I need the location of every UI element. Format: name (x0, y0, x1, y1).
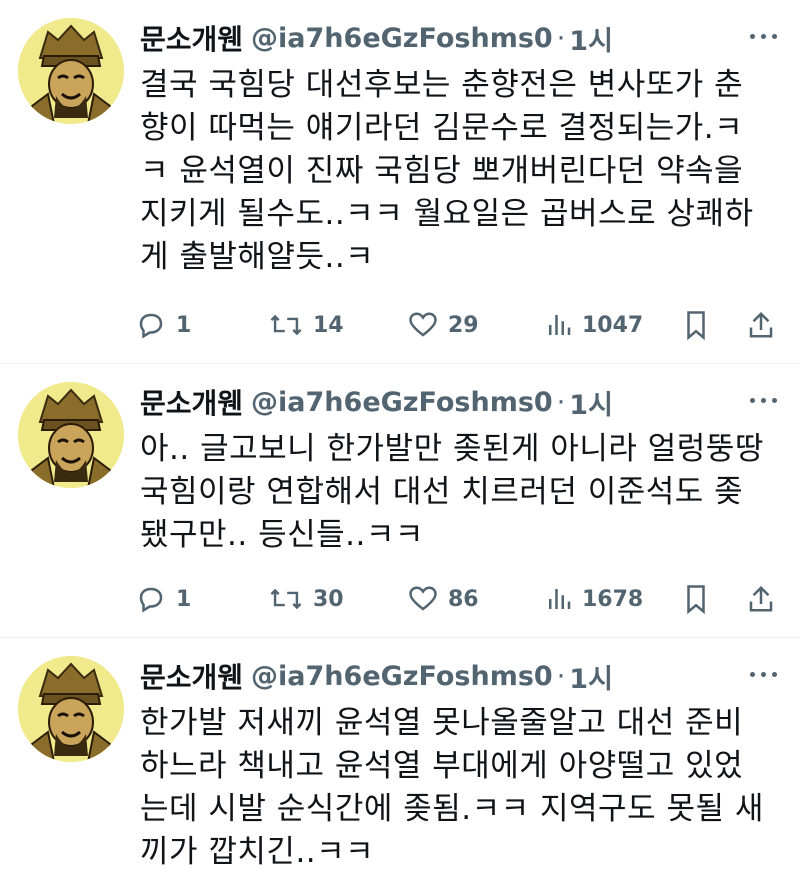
reply-icon (139, 313, 163, 339)
views-button[interactable]: 1678 (546, 579, 643, 619)
separator-dot: · (556, 386, 566, 418)
tweet-text: 아.. 글고보니 한가발만 좆된게 아니라 얼렁뚱땅 국힘이랑 연합해서 대선 … (140, 428, 786, 557)
heart-icon (409, 312, 437, 337)
heart-icon (409, 586, 437, 611)
more-icon[interactable] (746, 384, 782, 414)
views-icon (549, 589, 571, 609)
display-name[interactable]: 문소개웬 (140, 382, 243, 422)
views-count: 1678 (582, 586, 644, 612)
tweet-header: 문소개웬 @ia7h6eGzFoshms0 · 1시 (140, 654, 786, 698)
timestamp[interactable]: 1시 (569, 383, 613, 422)
tweet-text-line: 향이 따먹는 얘기라던 김문수로 결정되는가.ㅋ (140, 110, 744, 146)
tweet-text-line: 끼가 깝치긴..ㅋㅋ (140, 834, 375, 870)
tweet-text-line: 는데 시발 순식간에 좆됨.ㅋㅋ 지역구도 못될 새 (140, 791, 764, 827)
tweet-text-line: 아.. 글고보니 한가발만 좆된게 아니라 얼렁뚱땅 (140, 431, 764, 467)
action-bar: 1 30 86 1678 (136, 579, 786, 619)
user-handle[interactable]: @ia7h6eGzFoshms0 (251, 23, 553, 54)
reply-count: 1 (176, 312, 192, 338)
share-button[interactable] (747, 579, 785, 619)
timestamp[interactable]: 1시 (569, 657, 613, 696)
tweet-text-line: 결국 국힘당 대선후보는 춘향전은 변사또가 춘 (140, 67, 744, 103)
tweet-text-line: 게 출발해얄듯..ㅋ (140, 239, 375, 275)
share-icon (749, 585, 773, 612)
like-button[interactable]: 86 (408, 579, 479, 619)
separator-dot: · (556, 22, 566, 54)
retweet-button[interactable]: 30 (269, 579, 344, 619)
like-count: 29 (448, 312, 479, 338)
bookmark-icon (687, 311, 705, 340)
display-name[interactable]: 문소개웬 (140, 18, 243, 58)
reply-button[interactable]: 1 (136, 305, 191, 345)
avatar[interactable] (18, 656, 124, 762)
user-handle[interactable]: @ia7h6eGzFoshms0 (251, 387, 553, 418)
action-bar: 1 14 29 1047 (136, 305, 786, 345)
tweet-text-line: 하느라 책내고 윤석열 부대에게 아양떨고 있었 (140, 748, 744, 784)
more-icon[interactable] (746, 20, 782, 50)
avatar-image (18, 18, 124, 124)
tweet-header: 문소개웬 @ia7h6eGzFoshms0 · 1시 (140, 380, 786, 424)
tweet-text: 결국 국힘당 대선후보는 춘향전은 변사또가 춘 향이 따먹는 얘기라던 김문수… (140, 64, 786, 279)
tweet[interactable]: 문소개웬 @ia7h6eGzFoshms0 · 1시 아.. 글고보니 한가발만… (0, 364, 800, 638)
more-icon[interactable] (746, 658, 782, 688)
avatar-image (18, 382, 124, 488)
tweet-text-line: 한가발 저새끼 윤석열 못나올줄알고 대선 준비 (140, 705, 744, 741)
tweet-text-line: ㅋ 윤석열이 진짜 국힘당 뽀개버린다던 약속을 (140, 153, 744, 189)
views-icon (549, 315, 571, 335)
tweet[interactable]: 문소개웬 @ia7h6eGzFoshms0 · 1시 한가발 저새끼 윤석열 못… (0, 638, 800, 880)
tweet-text: 한가발 저새끼 윤석열 못나올줄알고 대선 준비 하느라 책내고 윤석열 부대에… (140, 702, 786, 874)
retweet-count: 30 (313, 586, 344, 612)
like-button[interactable]: 29 (408, 305, 479, 345)
reply-button[interactable]: 1 (136, 579, 191, 619)
bookmark-button[interactable] (683, 305, 719, 345)
bookmark-icon (687, 585, 705, 614)
retweet-count: 14 (313, 312, 344, 338)
separator-dot: · (556, 660, 566, 692)
avatar[interactable] (18, 382, 124, 488)
retweet-icon (270, 588, 302, 610)
tweet-text-line: 지키게 될수도..ㅋㅋ 월요일은 곱버스로 상쾌하 (140, 196, 754, 232)
tweet-text-line: 국힘이랑 연합해서 대선 치르러던 이준석도 좆 (140, 474, 744, 510)
timestamp[interactable]: 1시 (569, 19, 613, 58)
bookmark-button[interactable] (683, 579, 719, 619)
retweet-button[interactable]: 14 (269, 305, 344, 345)
retweet-icon (270, 314, 302, 336)
avatar-image (18, 656, 124, 762)
views-button[interactable]: 1047 (546, 305, 643, 345)
tweet-text-line: 됐구만.. 등신들..ㅋㅋ (140, 517, 424, 553)
reply-count: 1 (176, 586, 192, 612)
like-count: 86 (448, 586, 479, 612)
share-icon (749, 311, 773, 338)
views-count: 1047 (582, 312, 644, 338)
user-handle[interactable]: @ia7h6eGzFoshms0 (251, 661, 553, 692)
share-button[interactable] (747, 305, 785, 345)
tweet[interactable]: 문소개웬 @ia7h6eGzFoshms0 · 1시 결국 국힘당 대선후보는 … (0, 0, 800, 364)
display-name[interactable]: 문소개웬 (140, 656, 243, 696)
tweet-header: 문소개웬 @ia7h6eGzFoshms0 · 1시 (140, 16, 786, 60)
reply-icon (139, 587, 163, 613)
avatar[interactable] (18, 18, 124, 124)
